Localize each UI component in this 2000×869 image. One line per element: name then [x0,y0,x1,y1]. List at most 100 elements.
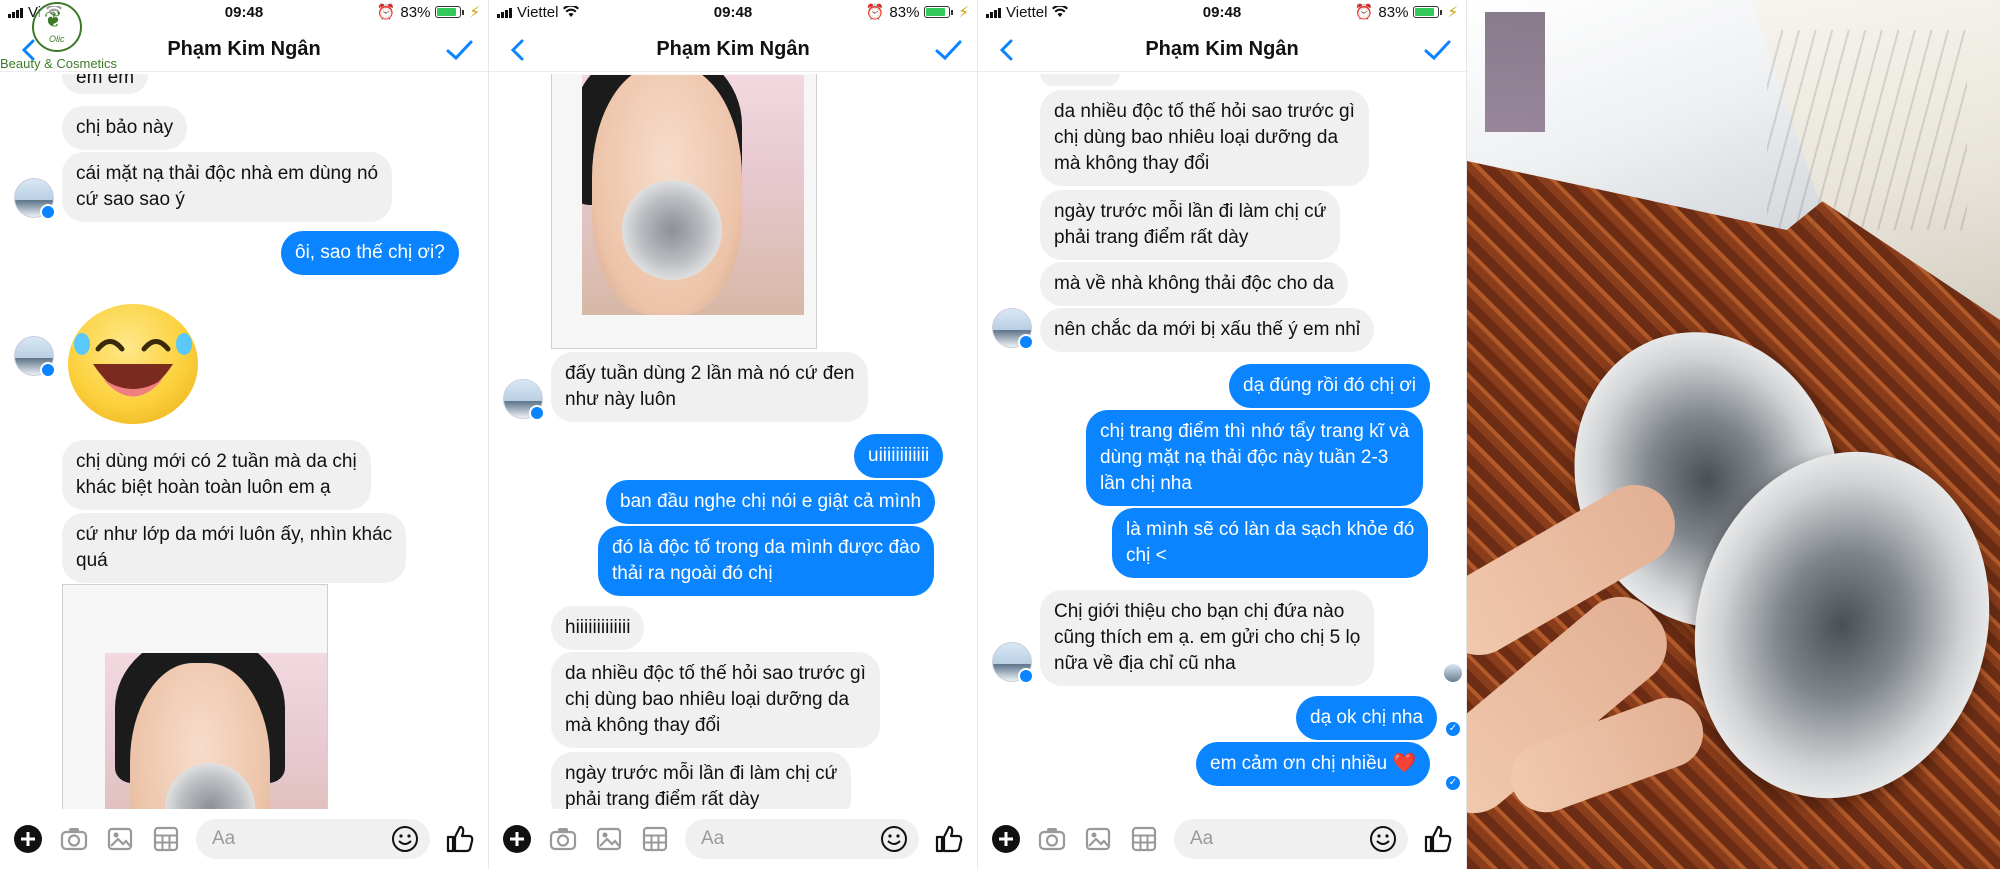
contact-name: Phạm Kim Ngân [1145,38,1299,60]
conversation-header: Phạm Kim Ngân [489,28,977,72]
laughing-emoji-icon [68,304,198,424]
battery-icon [1413,6,1443,18]
smiley-icon[interactable] [390,824,420,854]
message-incoming: chị bảo này [62,106,188,150]
message-incoming: em em [62,74,149,94]
thumbs-up-icon[interactable] [1422,823,1454,855]
plus-icon[interactable] [990,823,1022,855]
message-outgoing: dạ đúng rồi đó chị ơi [1229,364,1431,408]
checkmark-icon[interactable] [444,36,474,64]
message-incoming: hiiiiiiiiiiiii [551,606,645,650]
messenger-badge-icon [1018,668,1034,684]
checkmark-icon[interactable] [1422,36,1452,64]
message-composer: Aa [489,809,977,869]
messenger-badge-icon [40,362,56,378]
status-time: 09:48 [713,3,753,21]
message-incoming: nên chắc da mới bị xấu thế ý em nhỉ [1040,308,1375,352]
thumbs-up-icon[interactable] [444,823,476,855]
message-incoming: ngày trước mỗi lần đi làm chị cứ phải tr… [1040,190,1341,260]
message-outgoing: đó là độc tố trong da mình được đào thải… [598,526,935,596]
product-photo [1467,0,2000,869]
avatar[interactable] [14,336,56,378]
message-list: em em chị bảo này cái mặt nạ thải độc nh… [0,74,488,809]
message-incoming: cái mặt nạ thải độc nhà em dùng nó cứ sa… [62,152,393,222]
brand-watermark: ❦ Olic Beauty & Cosmetics [0,0,130,71]
collage: Vi 09:48 ⏰ 83% ⚡ Phạm Kim Ngân ❦ Olic Be… [0,0,2000,869]
message-outgoing: dạ ok chị nha [1296,696,1438,740]
message-outgoing: ban đầu nghe chị nói e giật cả mình [606,480,936,524]
avatar[interactable] [992,642,1034,684]
avatar[interactable] [992,308,1034,350]
smiley-icon[interactable] [1368,824,1398,854]
battery-icon [435,6,465,18]
message-incoming: chị dùng mới có 2 tuần mà da chị khác bi… [62,440,371,510]
grid-icon[interactable] [639,823,671,855]
gallery-icon[interactable] [104,823,136,855]
grid-icon[interactable] [1128,823,1160,855]
message-incoming: da nhiều độc tố thế hỏi sao trước gì chị… [551,652,880,748]
seen-avatar [1444,664,1462,682]
avatar[interactable] [14,178,56,220]
message-list: da nhiều độc tố thế hỏi sao trước gì chị… [978,74,1466,809]
message-composer: Aa [978,809,1466,869]
alarm-icon: ⏰ [865,4,885,21]
message-input[interactable]: Aa [196,819,430,859]
delivered-check-icon: ✓ [1446,722,1460,736]
messenger-badge-icon [529,405,545,421]
chat-screen-2: Viettel 09:48 ⏰ 83% ⚡ Phạm Kim Ngân đấy … [489,0,978,869]
message-list: đấy tuần dùng 2 lần mà nó cứ đen như này… [489,74,977,809]
chat-screen-3: Viettel 09:48 ⏰ 83% ⚡ Phạm Kim Ngân da n… [978,0,1467,869]
back-chevron-icon[interactable] [505,36,533,64]
battery-percent: 83% [1378,3,1409,21]
message-input[interactable]: Aa [685,819,919,859]
battery-percent: 83% [889,3,920,21]
wifi-icon [563,6,580,17]
input-placeholder: Aa [701,828,725,849]
message-incoming: đấy tuần dùng 2 lần mà nó cứ đen như này… [551,352,869,422]
input-placeholder: Aa [212,828,236,849]
status-bar: Viettel 09:48 ⏰ 83% ⚡ [978,0,1466,24]
gallery-icon[interactable] [593,823,625,855]
message-incoming: da nhiều độc tố thế hỏi sao trước gì chị… [1040,90,1369,186]
back-chevron-icon[interactable] [994,36,1022,64]
brand-mark: Olic [49,34,65,44]
contact-name: Phạm Kim Ngân [656,38,810,60]
brand-tagline: Beauty & Cosmetics [0,56,118,71]
booklet-text-lines [1767,30,1967,230]
message-incoming: mà về nhà không thải độc cho da [1040,262,1348,306]
contact-name: Phạm Kim Ngân [167,38,321,60]
plus-icon[interactable] [501,823,533,855]
gallery-icon[interactable] [1082,823,1114,855]
smiley-icon[interactable] [879,824,909,854]
camera-icon[interactable] [547,823,579,855]
message-incoming: ngày trước mỗi lần đi làm chị cứ phải tr… [551,752,852,809]
message-incoming: cứ như lớp da mới luôn ấy, nhìn khác quá [62,513,407,583]
avatar[interactable] [503,379,545,421]
input-placeholder: Aa [1190,828,1214,849]
carrier-label: Viettel [517,3,559,21]
delivered-check-icon: ✓ [1446,776,1460,790]
conversation-header: Phạm Kim Ngân [978,28,1466,72]
message-outgoing: em cảm ơn chị nhiều ❤️ [1196,742,1431,786]
plus-icon[interactable] [12,823,44,855]
message-outgoing: là mình sẽ có làn da sạch khỏe đó chị < [1112,508,1429,578]
chat-screen-1: Vi 09:48 ⏰ 83% ⚡ Phạm Kim Ngân ❦ Olic Be… [0,0,489,869]
camera-icon[interactable] [1036,823,1068,855]
message-input[interactable]: Aa [1174,819,1408,859]
camera-icon[interactable] [58,823,90,855]
checkmark-icon[interactable] [933,36,963,64]
message-incoming-cropped [1040,74,1120,86]
shared-photo[interactable] [551,74,817,349]
status-bar: Viettel 09:48 ⏰ 83% ⚡ [489,0,977,24]
message-incoming: Chị giới thiệu cho bạn chị đứa nào cũng … [1040,590,1375,686]
status-time: 09:48 [1202,3,1242,21]
message-outgoing: uiiiiiiiiiiii [854,434,944,478]
alarm-icon: ⏰ [376,4,396,21]
leaf-icon: ❦ [44,7,63,32]
carrier-label: Viettel [1006,3,1048,21]
thumbs-up-icon[interactable] [933,823,965,855]
signal-icon [986,7,1001,18]
grid-icon[interactable] [150,823,182,855]
message-outgoing: chị trang điểm thì nhớ tẩy trang kĩ và d… [1086,410,1424,506]
shared-photo[interactable] [62,584,328,809]
